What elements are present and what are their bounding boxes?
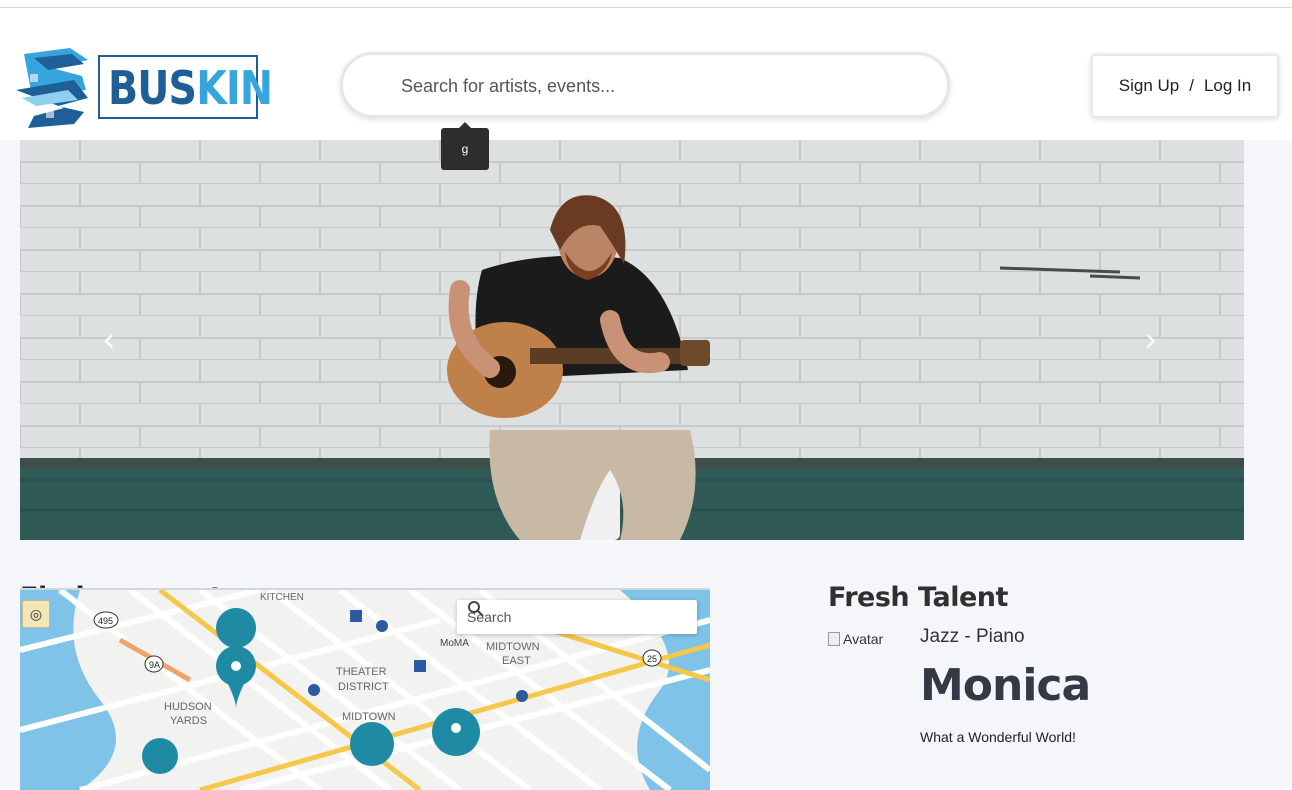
sign-up-link[interactable]: Sign Up	[1119, 76, 1179, 96]
map-search-input[interactable]	[465, 608, 659, 626]
sign-up-login-button[interactable]: Sign Up / Log In	[1091, 54, 1279, 118]
hero-carousel[interactable]: ‹ ›	[20, 140, 1244, 540]
buskin-logo[interactable]: BUSKIN	[12, 46, 273, 130]
header: BUSKIN Sign Up / Log In	[0, 40, 1292, 140]
keystroke-tooltip: g	[441, 122, 489, 170]
search-input[interactable]	[399, 71, 923, 101]
top-divider	[0, 7, 1292, 8]
map-search-icon	[468, 601, 484, 617]
artist-song: What a Wonderful World!	[920, 729, 1076, 745]
carousel-next-icon[interactable]: ›	[1144, 320, 1158, 360]
logo-mark-icon	[16, 48, 88, 128]
logo-text: BUSKIN	[108, 61, 273, 115]
carousel-prev-icon[interactable]: ‹	[102, 320, 116, 360]
auth-separator: /	[1189, 76, 1194, 95]
fresh-talent-title: Fresh Talent	[828, 582, 1008, 613]
hero-image	[20, 140, 1244, 540]
artist-avatar: Avatar	[828, 631, 883, 647]
artist-name[interactable]: Monica	[920, 660, 1091, 711]
broken-image-icon	[828, 632, 840, 646]
artist-genre: Jazz - Piano	[920, 626, 1025, 647]
search-bar[interactable]	[340, 52, 950, 118]
log-in-link[interactable]: Log In	[1204, 76, 1251, 96]
locate-me-icon[interactable]: ◎	[22, 600, 50, 628]
avatar-alt-text: Avatar	[843, 631, 884, 647]
event-marker-icon	[142, 608, 480, 774]
event-map[interactable]: KITCHEN THEATER DISTRICT MIDTOWN EAST Mo…	[20, 588, 710, 790]
map-search-box[interactable]	[457, 600, 697, 634]
